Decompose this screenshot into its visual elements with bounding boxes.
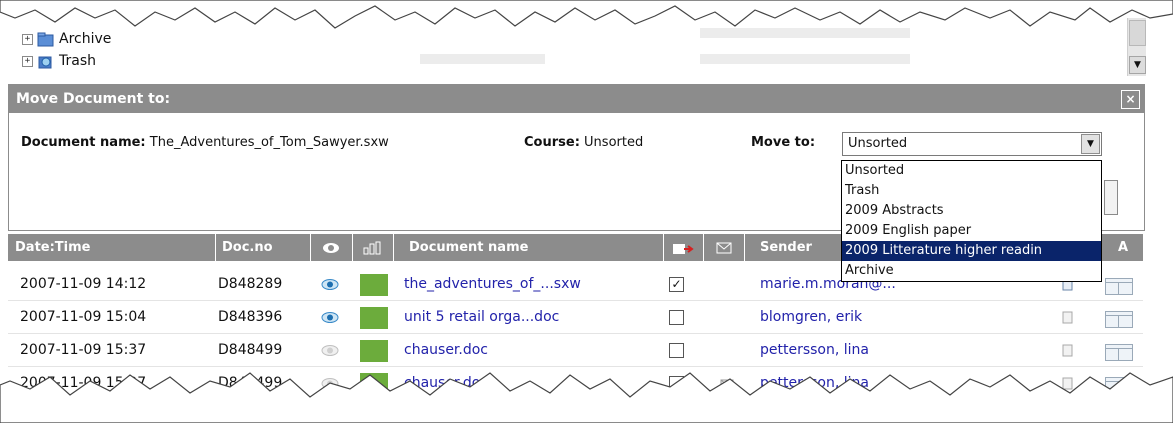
table-row[interactable]: 2007-11-09 15:37 D848499 chauser.doc pet… — [8, 334, 1143, 367]
eye-icon — [323, 243, 339, 253]
chevron-down-icon[interactable]: ▼ — [1081, 134, 1100, 154]
eye-icon[interactable] — [321, 279, 339, 290]
bar-chart-icon — [363, 241, 381, 255]
document-link[interactable]: unit 5 retail orga...doc — [404, 301, 559, 333]
cell-docno: D848499 — [218, 375, 283, 391]
document-link[interactable]: chauser.doc — [404, 334, 488, 366]
row-checkbox[interactable] — [669, 310, 684, 325]
sender-link[interactable]: blomgren, erik — [760, 301, 862, 333]
dialog-title: Move Document to: — [16, 91, 171, 107]
sender-link[interactable]: pettersson, lina — [760, 334, 869, 366]
tree-item-label: Archive — [59, 31, 112, 47]
expand-icon[interactable]: + — [22, 33, 33, 45]
document-action-icon[interactable] — [1062, 344, 1073, 357]
move-to-selected: Unsorted — [848, 136, 908, 151]
folder-icon — [37, 32, 54, 46]
scroll-thumb[interactable] — [1129, 20, 1146, 46]
sender-link[interactable]: pettersson, lina — [760, 367, 869, 399]
table-row[interactable]: 2007-11-09 15:04 D848396 unit 5 retail o… — [8, 301, 1143, 334]
trash-folder-icon — [38, 56, 52, 68]
move-to-label-wrap: Move to: — [751, 135, 815, 150]
tree-item-trash[interactable]: + Trash — [22, 50, 382, 72]
row-checkbox[interactable] — [669, 376, 684, 391]
status-chip — [360, 340, 388, 362]
expand-icon[interactable]: + — [22, 55, 33, 67]
envelope-icon — [716, 242, 732, 254]
column-header-mail[interactable] — [706, 234, 745, 261]
cell-docno: D848396 — [218, 309, 283, 325]
course-label: Course: — [524, 135, 580, 150]
move-to-dropdown[interactable]: Unsorted Trash 2009 Abstracts 2009 Engli… — [841, 160, 1102, 282]
placeholder-bar — [700, 54, 910, 64]
panel-icon[interactable] — [1105, 311, 1133, 328]
eye-icon[interactable] — [321, 345, 339, 356]
dropdown-option-highlighted[interactable]: 2009 Litterature higher readin — [842, 241, 1101, 261]
placeholder-bar — [420, 54, 545, 64]
eye-icon[interactable] — [321, 312, 339, 323]
column-header-move[interactable] — [663, 234, 704, 261]
panel-icon[interactable] — [1105, 278, 1133, 295]
column-header-view[interactable] — [310, 234, 353, 261]
column-header-a[interactable]: A — [1104, 234, 1142, 261]
dropdown-option[interactable]: Trash — [842, 181, 1101, 201]
column-header-datetime[interactable]: Date:Time — [8, 234, 216, 261]
placeholder-bar — [700, 28, 910, 38]
document-link[interactable]: the_adventures_of_...sxw — [404, 268, 581, 300]
move-to-select[interactable]: Unsorted ▼ — [842, 132, 1102, 156]
cell-docno: D848499 — [218, 342, 283, 358]
move-folder-icon — [673, 244, 694, 254]
envelope-icon[interactable] — [720, 379, 734, 390]
tree-item-archive[interactable]: + Archive — [22, 28, 382, 50]
status-chip — [360, 307, 388, 329]
document-name-value: The_Adventures_of_Tom_Sawyer.sxw — [149, 135, 389, 150]
cell-docno: D848289 — [218, 276, 283, 292]
dropdown-option[interactable]: Unsorted — [842, 161, 1101, 181]
column-header-stats[interactable] — [353, 234, 394, 261]
move-button[interactable] — [1104, 180, 1118, 215]
close-icon[interactable]: × — [1121, 90, 1140, 109]
course-field: Course: Unsorted — [524, 135, 643, 150]
dropdown-option[interactable]: Archive — [842, 261, 1101, 281]
column-header-docno[interactable]: Doc.no — [215, 234, 311, 261]
document-action-icon[interactable] — [1062, 311, 1073, 324]
cell-datetime: 2007-11-09 15:37 — [20, 375, 147, 391]
folder-tree: + Archive + Trash — [22, 28, 382, 72]
panel-icon[interactable] — [1105, 377, 1133, 394]
panel-icon[interactable] — [1105, 344, 1133, 361]
cell-datetime: 2007-11-09 15:04 — [20, 309, 147, 325]
table-row[interactable]: 2007-11-09 15:37 D848499 chauser.doc pet… — [8, 367, 1143, 400]
column-header-sender[interactable]: Sender — [750, 234, 851, 261]
cell-datetime: 2007-11-09 15:37 — [20, 342, 147, 358]
course-value: Unsorted — [584, 135, 644, 150]
tree-item-label: Trash — [59, 53, 96, 69]
dropdown-option[interactable]: 2009 English paper — [842, 221, 1101, 241]
cell-datetime: 2007-11-09 14:12 — [20, 276, 147, 292]
document-link[interactable]: chauser.doc — [404, 367, 488, 399]
status-chip — [360, 373, 388, 395]
document-name-field: Document name: The_Adventures_of_Tom_Saw… — [21, 135, 389, 150]
row-checkbox[interactable]: ✓ — [669, 277, 684, 292]
dialog-header: Move Document to: × — [9, 85, 1144, 113]
status-chip — [360, 274, 388, 296]
vertical-scrollbar[interactable]: ▼ — [1127, 18, 1146, 76]
dropdown-option[interactable]: 2009 Abstracts — [842, 201, 1101, 221]
eye-icon[interactable] — [321, 378, 339, 389]
document-action-icon[interactable] — [1062, 377, 1073, 390]
document-name-label: Document name: — [21, 135, 146, 150]
row-checkbox[interactable] — [669, 343, 684, 358]
move-to-label: Move to: — [751, 135, 816, 150]
column-header-docname[interactable]: Document name — [401, 234, 664, 261]
scroll-down-icon[interactable]: ▼ — [1129, 56, 1146, 74]
